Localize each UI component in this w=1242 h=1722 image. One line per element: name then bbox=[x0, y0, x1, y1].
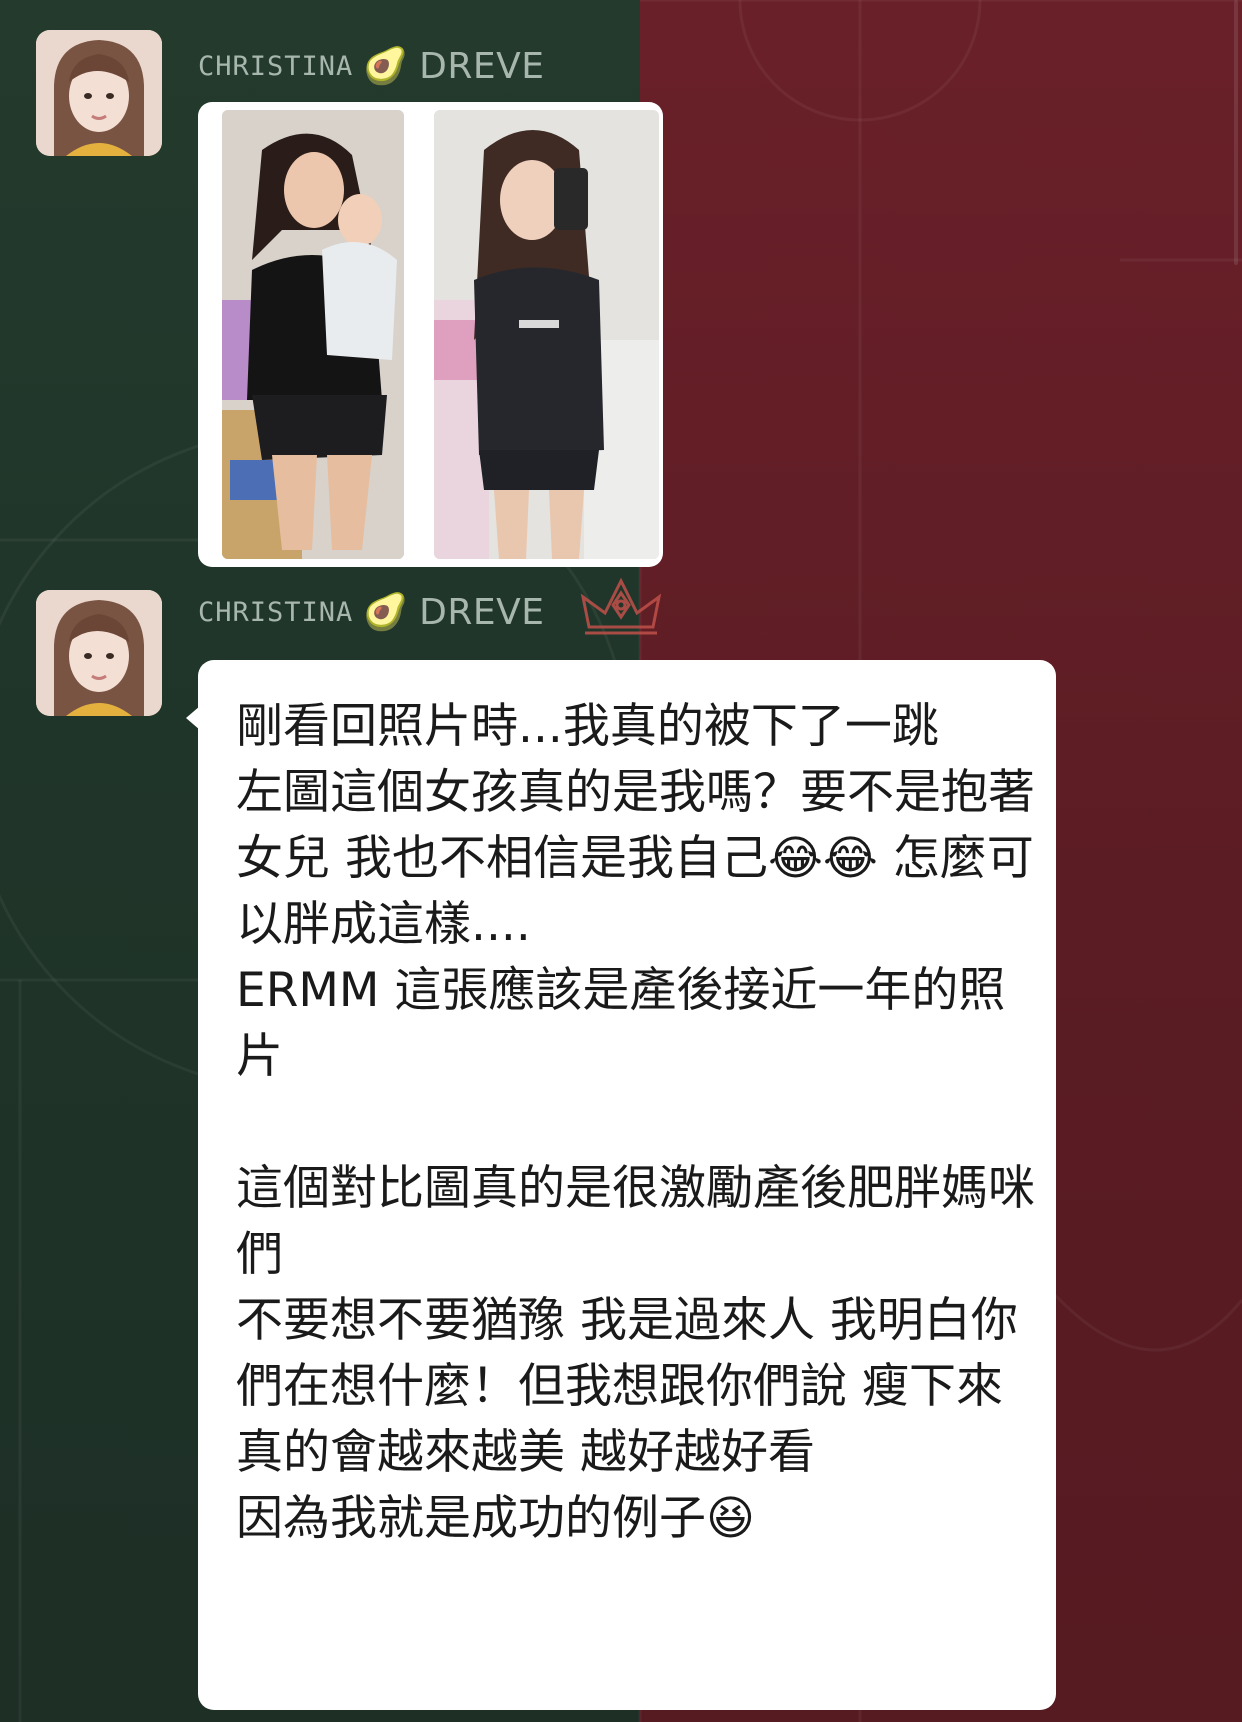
message-body: 剛看回照片時...我真的被下了一跳 左圖這個女孩真的是我嗎？要不是抱著女兒 我也… bbox=[236, 699, 1035, 1546]
after-photo-image bbox=[434, 110, 659, 559]
scrollbar-thumb[interactable] bbox=[1234, 0, 1238, 265]
before-photo[interactable] bbox=[222, 110, 404, 559]
sender-first-name: CHRISTINA bbox=[198, 50, 354, 82]
sender-name: CHRISTINA 🥑 DREVE bbox=[198, 588, 545, 636]
avocado-icon: 🥑 bbox=[363, 46, 410, 87]
before-photo-image bbox=[222, 110, 404, 559]
avatar-face-icon bbox=[36, 30, 162, 156]
after-photo[interactable] bbox=[434, 110, 659, 559]
sender-first-name: CHRISTINA bbox=[198, 596, 354, 628]
user-avatar[interactable] bbox=[36, 590, 162, 716]
image-message-card[interactable] bbox=[198, 102, 663, 567]
text-message-bubble[interactable]: 剛看回照片時...我真的被下了一跳 左圖這個女孩真的是我嗎？要不是抱著女兒 我也… bbox=[198, 660, 1056, 1710]
sender-name: CHRISTINA 🥑 DREVE bbox=[198, 42, 545, 90]
sender-last-name: DREVE bbox=[419, 45, 545, 87]
sender-last-name: DREVE bbox=[419, 591, 545, 633]
avocado-icon: 🥑 bbox=[363, 592, 410, 633]
user-avatar[interactable] bbox=[36, 30, 162, 156]
avatar-face-icon bbox=[36, 590, 162, 716]
crown-icon bbox=[580, 577, 662, 635]
